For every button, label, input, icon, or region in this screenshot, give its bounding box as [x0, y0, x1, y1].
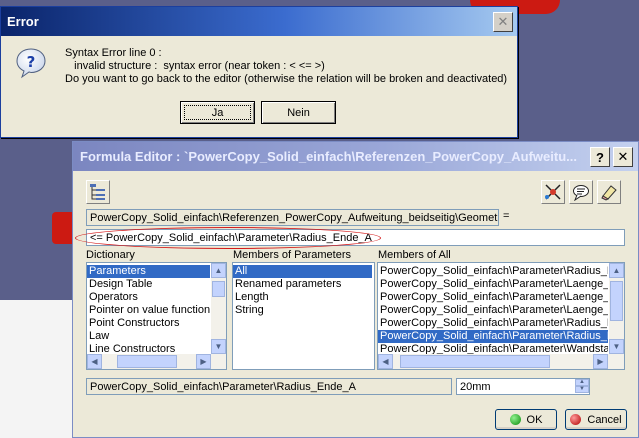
members-of-parameters-list[interactable]: All Renamed parameters Length String	[232, 262, 375, 370]
help-button[interactable]: ?	[590, 147, 610, 167]
ok-icon	[509, 414, 521, 425]
scroll-thumb[interactable]	[610, 281, 623, 321]
spin-down-icon[interactable]: ▼	[575, 386, 589, 393]
equals-label: =	[503, 210, 510, 222]
annotation-oval	[75, 227, 381, 249]
yes-button-label: Ja	[211, 106, 224, 119]
value-spinner[interactable]: 20mm ▲ ▼	[456, 378, 590, 395]
scroll-left-icon[interactable]: ◀	[87, 354, 102, 369]
formula-editor-title: Formula Editor : `PowerCopy_Solid_einfac…	[80, 149, 577, 164]
no-button[interactable]: Nein	[261, 101, 336, 124]
error-dialog: Error ✕ ? Syntax Error line 0 : invalid …	[0, 6, 518, 138]
scroll-right-icon[interactable]: ▶	[593, 354, 608, 369]
close-icon: ✕	[617, 149, 629, 164]
speech-bubble-icon	[573, 185, 589, 201]
erase-button[interactable]	[597, 180, 621, 204]
list-item[interactable]: String	[233, 304, 372, 317]
scroll-thumb[interactable]	[400, 355, 550, 368]
list-item[interactable]: PowerCopy_Solid_einfach\Parameter\Radius…	[378, 317, 608, 330]
close-icon: ✕	[497, 14, 509, 29]
members-of-all-header: Members of All	[378, 249, 451, 261]
list-item[interactable]: Pointer on value function	[87, 304, 210, 317]
list-item[interactable]: PowerCopy_Solid_einfach\Parameter\Radius…	[378, 265, 608, 278]
no-button-label: Nein	[287, 106, 310, 119]
scroll-up-icon[interactable]: ▲	[211, 263, 226, 278]
select-measure-button[interactable]	[541, 180, 565, 204]
spin-up-icon[interactable]: ▲	[575, 379, 589, 386]
list-item[interactable]: Parameters	[87, 265, 210, 278]
spinner-arrows[interactable]: ▲ ▼	[575, 379, 589, 394]
list-item[interactable]: Design Table	[87, 278, 210, 291]
error-message: Syntax Error line 0 : invalid structure …	[65, 47, 508, 85]
ok-button-label: OK	[526, 413, 543, 426]
cancel-icon	[570, 414, 582, 425]
close-button[interactable]: ✕	[613, 147, 633, 167]
scroll-up-icon[interactable]: ▲	[609, 263, 624, 278]
list-item[interactable]: Point Constructors	[87, 317, 210, 330]
background-viewport	[0, 300, 72, 438]
horizontal-scrollbar[interactable]: ◀ ▶	[87, 354, 226, 369]
scroll-left-icon[interactable]: ◀	[378, 354, 393, 369]
formula-editor-dialog: Formula Editor : `PowerCopy_Solid_einfac…	[72, 141, 639, 438]
cancel-button[interactable]: Cancel	[565, 409, 627, 430]
list-item[interactable]: Length	[233, 291, 372, 304]
value-text: 20mm	[460, 381, 491, 393]
scroll-down-icon[interactable]: ▼	[211, 339, 226, 354]
comment-button[interactable]	[569, 180, 593, 204]
list-item[interactable]: Operators	[87, 291, 210, 304]
scroll-thumb[interactable]	[117, 355, 177, 368]
list-item[interactable]: PowerCopy_Solid_einfach\Parameter\Radius…	[378, 330, 608, 343]
close-button[interactable]: ✕	[493, 12, 513, 32]
selected-parameter-field: PowerCopy_Solid_einfach\Parameter\Radius…	[86, 378, 452, 395]
scroll-down-icon[interactable]: ▼	[609, 339, 624, 354]
yes-button[interactable]: Ja	[180, 101, 255, 124]
eraser-icon	[601, 185, 617, 201]
horizontal-scrollbar[interactable]: ◀ ▶	[378, 354, 624, 369]
question-icon: ?	[16, 48, 46, 79]
cancel-button-label: Cancel	[587, 413, 622, 426]
list-item[interactable]: Renamed parameters	[233, 278, 372, 291]
list-item[interactable]: All	[233, 265, 372, 278]
svg-text:?: ?	[27, 53, 36, 71]
dictionary-list[interactable]: Parameters Design Table Operators Pointe…	[86, 262, 227, 370]
list-item[interactable]: PowerCopy_Solid_einfach\Parameter\Laenge…	[378, 278, 608, 291]
ok-button[interactable]: OK	[495, 409, 557, 430]
help-icon: ?	[596, 149, 604, 165]
measure-icon	[545, 184, 561, 200]
tree-icon	[90, 184, 105, 200]
scroll-thumb[interactable]	[212, 281, 225, 297]
formula-editor-titlebar[interactable]: Formula Editor : `PowerCopy_Solid_einfac…	[73, 142, 638, 171]
scroll-right-icon[interactable]: ▶	[196, 354, 211, 369]
members-of-parameters-header: Members of Parameters	[233, 249, 351, 261]
error-dialog-title: Error	[7, 14, 39, 29]
formula-tree-button[interactable]	[86, 180, 110, 204]
list-item[interactable]: Law	[87, 330, 210, 343]
parameter-path-field: PowerCopy_Solid_einfach\Referenzen_Power…	[86, 209, 499, 226]
vertical-scrollbar[interactable]: ▲ ▼	[211, 263, 226, 354]
list-item[interactable]: PowerCopy_Solid_einfach\Parameter\Laenge…	[378, 291, 608, 304]
members-of-all-list[interactable]: PowerCopy_Solid_einfach\Parameter\Radius…	[377, 262, 625, 370]
vertical-scrollbar[interactable]: ▲ ▼	[609, 263, 624, 354]
list-item[interactable]: PowerCopy_Solid_einfach\Parameter\Laenge…	[378, 304, 608, 317]
error-dialog-titlebar[interactable]: Error ✕	[1, 7, 517, 36]
dictionary-header: Dictionary	[86, 249, 135, 261]
